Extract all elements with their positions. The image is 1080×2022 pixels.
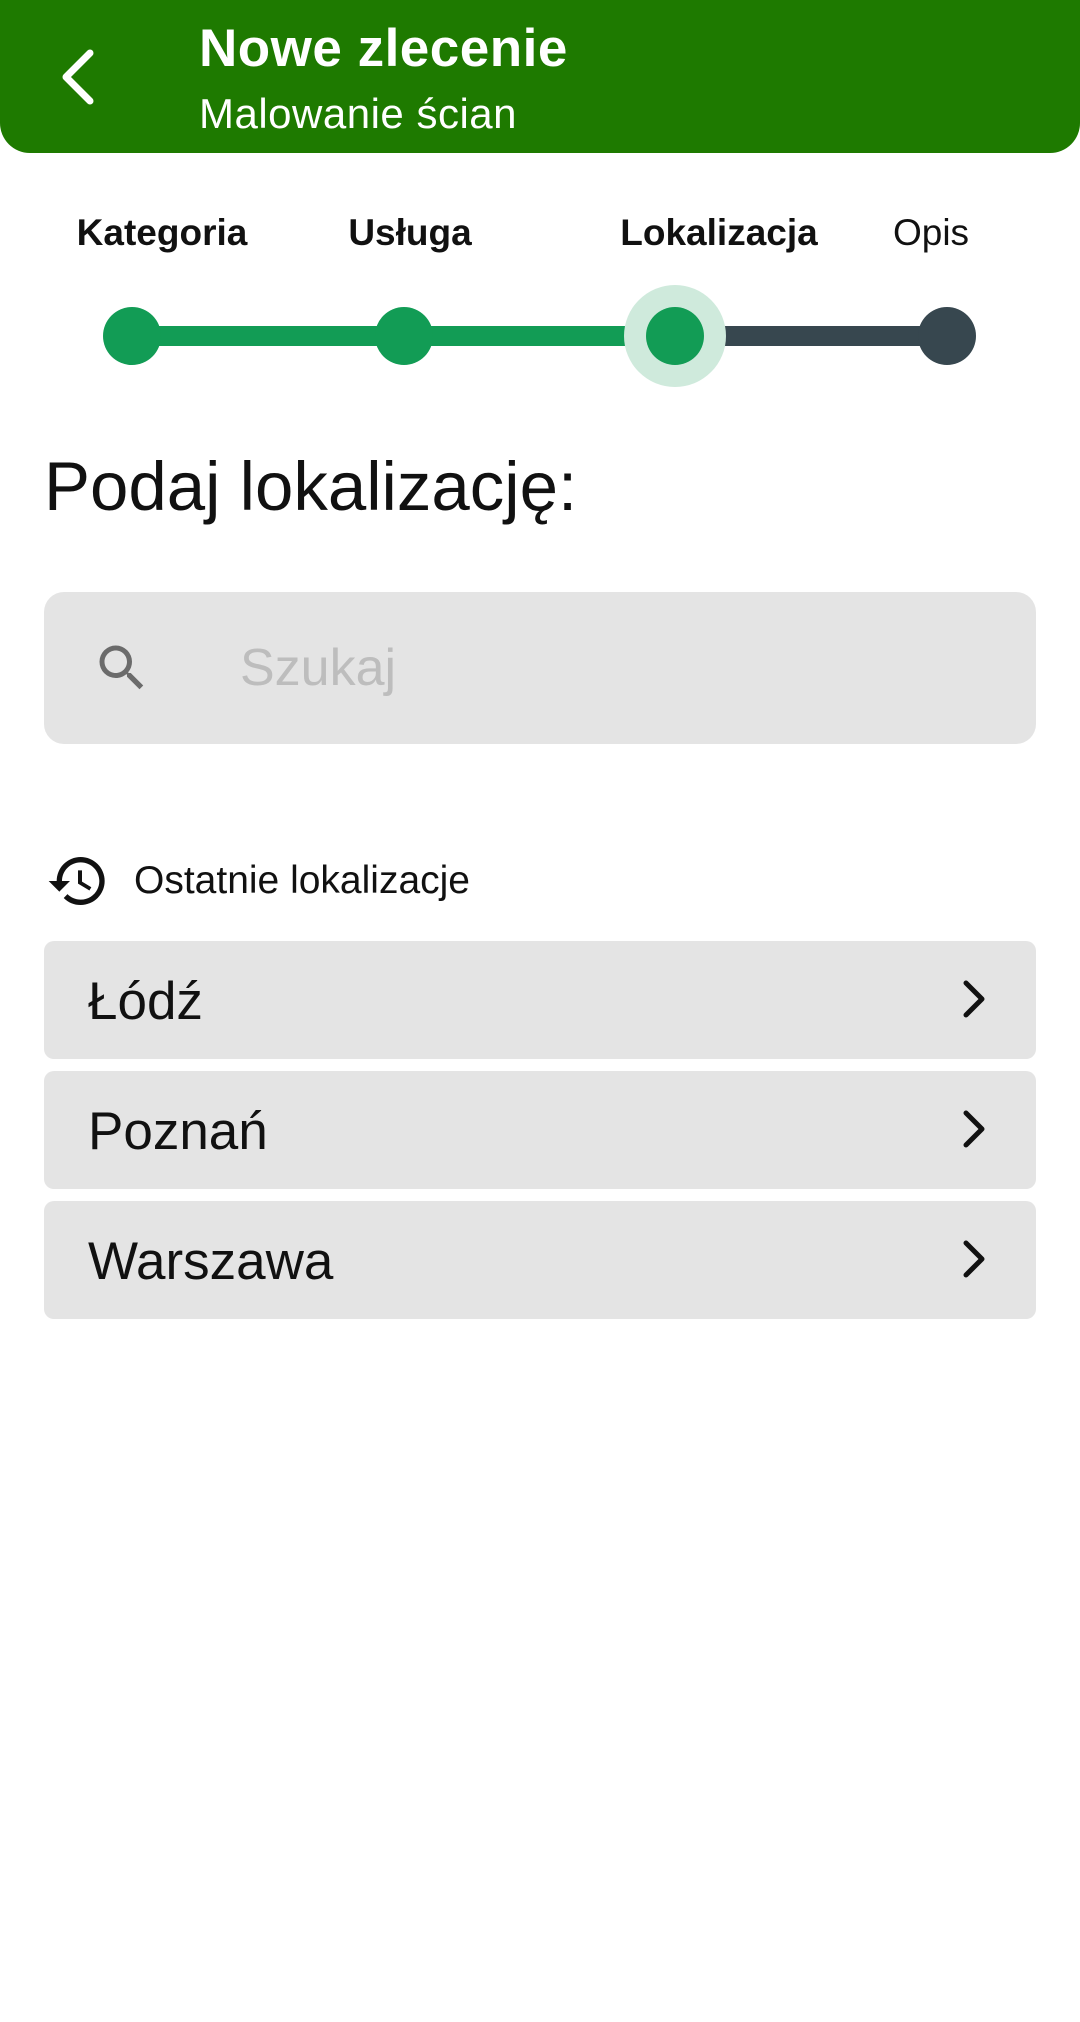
chevron-right-icon: [963, 980, 985, 1018]
recent-locations-header: Ostatnie lokalizacje: [46, 848, 470, 914]
chevron-left-icon: [62, 49, 94, 105]
location-name: Łódź: [88, 972, 203, 1031]
step-dot-opis: [918, 307, 976, 365]
page-subtitle: Malowanie ścian: [199, 90, 517, 137]
step-dot-kategoria: [103, 307, 161, 365]
location-name: Warszawa: [88, 1232, 334, 1291]
app-header: Nowe zlecenie Malowanie ścian: [0, 0, 1080, 153]
step-label-lokalizacja: Lokalizacja: [620, 212, 818, 253]
back-button[interactable]: [38, 32, 118, 122]
section-heading: Podaj lokalizację:: [44, 448, 578, 525]
location-name: Poznań: [88, 1102, 268, 1161]
recent-locations-label: Ostatnie lokalizacje: [134, 859, 470, 902]
history-icon: [48, 857, 105, 905]
step-label-kategoria: Kategoria: [76, 212, 248, 253]
search-field[interactable]: [44, 592, 1036, 744]
search-input[interactable]: [240, 628, 1000, 708]
step-label-usluga: Usługa: [348, 212, 472, 253]
step-dot-lokalizacja: [646, 307, 704, 365]
chevron-right-icon: [963, 1240, 985, 1278]
location-item-poznan[interactable]: Poznań: [44, 1071, 1036, 1189]
page-title: Nowe zlecenie: [199, 19, 568, 78]
chevron-right-icon: [963, 1110, 985, 1148]
location-item-warszawa[interactable]: Warszawa: [44, 1201, 1036, 1319]
step-dot-usluga: [375, 307, 433, 365]
step-label-opis: Opis: [892, 212, 970, 253]
search-icon: [99, 645, 144, 690]
location-item-lodz[interactable]: Łódź: [44, 941, 1036, 1059]
